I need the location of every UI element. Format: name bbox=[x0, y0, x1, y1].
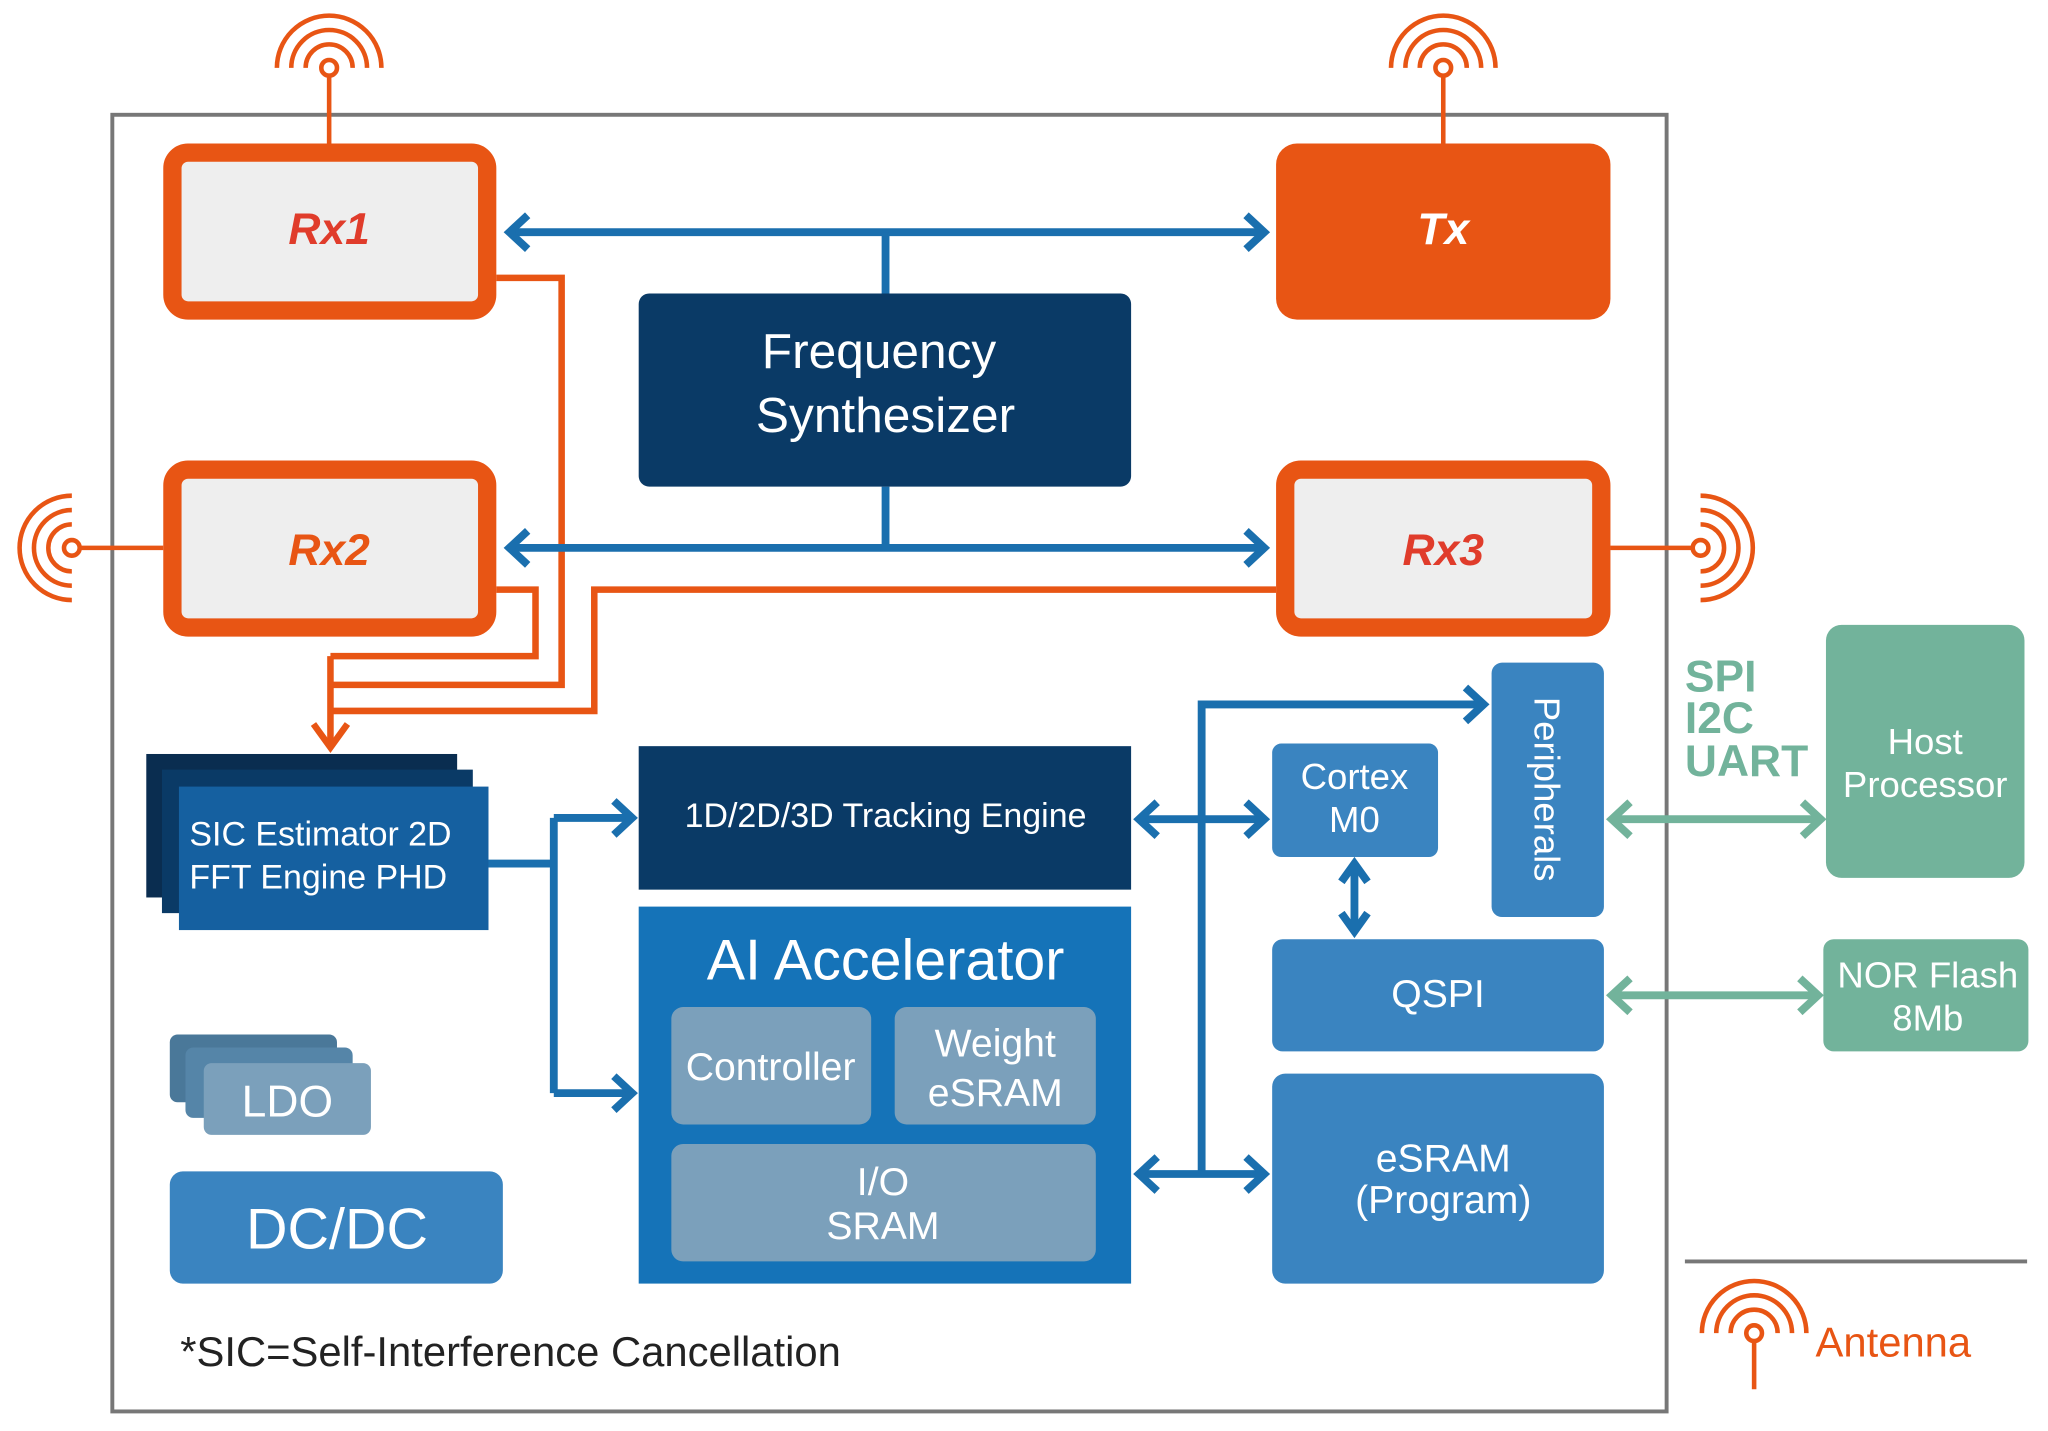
rx3-block: Rx3 bbox=[1276, 460, 1611, 637]
legend: Antenna bbox=[1684, 1259, 2028, 1390]
dcdc-label: DC/DC bbox=[246, 1197, 428, 1261]
rx1-label: Rx1 bbox=[288, 205, 369, 254]
interface-i2c: I2C bbox=[1685, 694, 1754, 743]
antenna-icon bbox=[1391, 16, 1495, 144]
esram-label-1: eSRAM bbox=[1376, 1137, 1511, 1180]
host-processor-block: Host Processor bbox=[1825, 624, 2025, 878]
dcdc-block: DC/DC bbox=[169, 1171, 503, 1284]
io-sram-block: I/O SRAM bbox=[671, 1144, 1096, 1262]
freq-synth-label-2: Synthesizer bbox=[756, 387, 1015, 443]
esram-label-2: (Program) bbox=[1355, 1179, 1531, 1222]
peripherals-block: Peripherals bbox=[1491, 662, 1604, 918]
sic-label-2: FFT Engine PHD bbox=[189, 858, 447, 896]
host-label-1: Host bbox=[1888, 721, 1963, 762]
nor-label-1: NOR Flash bbox=[1837, 955, 2018, 996]
ai-accelerator-title: AI Accelerator bbox=[707, 929, 1065, 993]
rx1-block: Rx1 bbox=[163, 143, 497, 320]
qspi-block: QSPI bbox=[1272, 939, 1604, 1052]
rx2-block: Rx2 bbox=[163, 460, 497, 637]
qspi-label: QSPI bbox=[1391, 973, 1485, 1016]
nor-flash-block: NOR Flash 8Mb bbox=[1823, 939, 2029, 1052]
host-label-2: Processor bbox=[1843, 764, 2008, 805]
footnote: *SIC=Self-Interference Cancellation bbox=[180, 1328, 841, 1375]
rx3-label: Rx3 bbox=[1403, 526, 1485, 575]
esram-program-block: eSRAM (Program) bbox=[1272, 1073, 1604, 1284]
io-label-2: SRAM bbox=[826, 1205, 939, 1248]
tracking-engine-block: 1D/2D/3D Tracking Engine bbox=[638, 746, 1132, 890]
antenna-icon bbox=[1610, 496, 1752, 600]
interface-labels: SPI I2C UART bbox=[1685, 652, 1808, 786]
block-diagram: Rx1 Tx Rx2 Rx3 Frequency Synthesizer SIC… bbox=[0, 0, 2029, 1414]
weight-label-1: Weight bbox=[935, 1023, 1056, 1066]
tx-block: Tx bbox=[1276, 143, 1611, 320]
ldo-block: LDO bbox=[169, 1034, 371, 1135]
weight-esram-block: Weight eSRAM bbox=[894, 1007, 1096, 1125]
cortex-m0-block: Cortex M0 bbox=[1272, 743, 1439, 858]
ldo-label: LDO bbox=[242, 1078, 333, 1127]
antenna-icon bbox=[277, 16, 381, 144]
tx-label: Tx bbox=[1417, 205, 1471, 254]
antenna-icon bbox=[1702, 1281, 1806, 1390]
rx2-label: Rx2 bbox=[288, 526, 370, 575]
sic-label-1: SIC Estimator 2D bbox=[189, 815, 451, 853]
external-link-arrows bbox=[1605, 799, 1827, 1016]
nor-label-2: 8Mb bbox=[1892, 998, 1963, 1039]
io-label-1: I/O bbox=[857, 1161, 909, 1204]
controller-block: Controller bbox=[671, 1007, 872, 1125]
tracking-label: 1D/2D/3D Tracking Engine bbox=[685, 797, 1087, 835]
sic-output-arrows bbox=[488, 798, 638, 1113]
ai-accelerator-block: AI Accelerator Controller Weight eSRAM I… bbox=[638, 906, 1132, 1284]
antenna-icon bbox=[20, 496, 164, 600]
cortex-label-1: Cortex bbox=[1301, 756, 1409, 797]
weight-label-2: eSRAM bbox=[928, 1072, 1063, 1115]
peripherals-label: Peripherals bbox=[1527, 697, 1568, 882]
frequency-synthesizer-block: Frequency Synthesizer bbox=[638, 293, 1132, 487]
cortex-label-2: M0 bbox=[1329, 799, 1380, 840]
legend-antenna-label: Antenna bbox=[1816, 1319, 1972, 1366]
freq-synth-label-1: Frequency bbox=[762, 323, 997, 379]
interface-uart: UART bbox=[1685, 737, 1808, 786]
sic-fft-engine-block: SIC Estimator 2D FFT Engine PHD bbox=[146, 753, 489, 931]
controller-label: Controller bbox=[686, 1046, 856, 1089]
